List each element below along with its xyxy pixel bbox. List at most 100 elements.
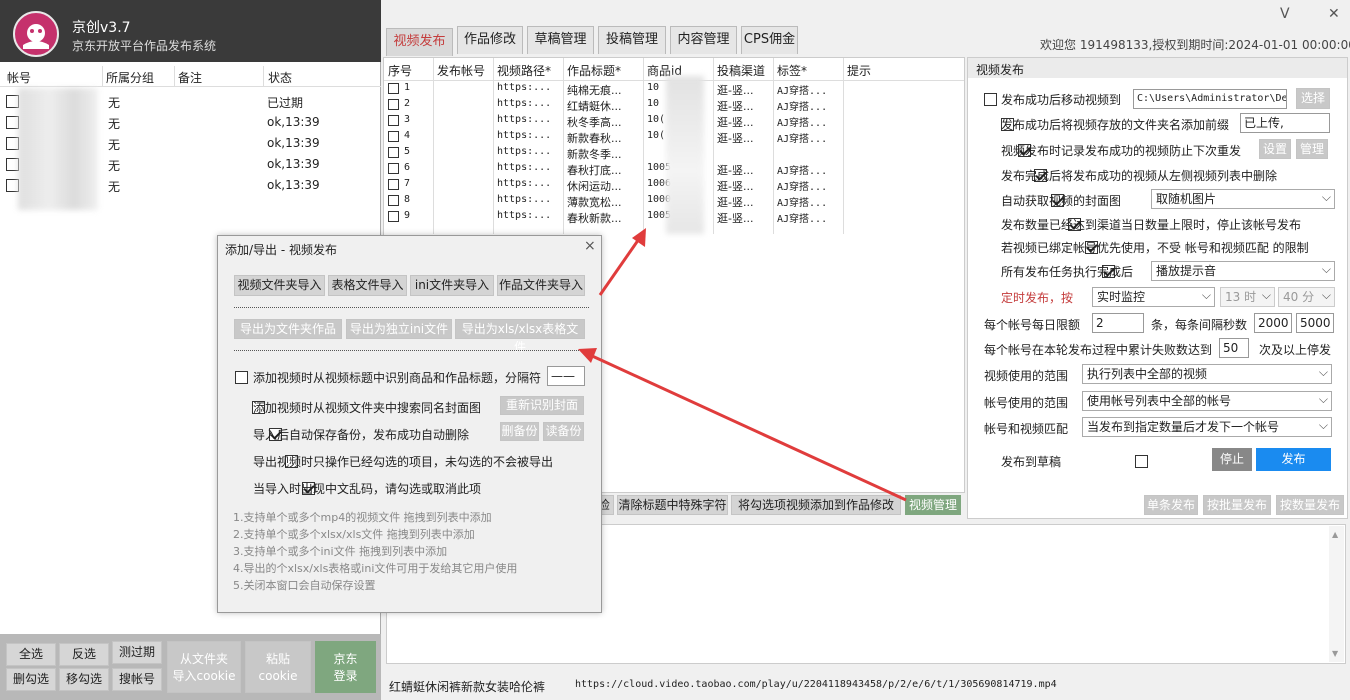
identify-checkbox[interactable] [235,371,248,384]
encoding-label: 当导入时出现中文乱码，请勾选或取消此项 [253,482,482,496]
timed-mode-select[interactable]: 实时监控 [1092,286,1215,307]
video-cell-tag: AJ穿搭... [777,102,828,113]
account-range-label: 帐号使用的范围 [984,396,1069,410]
import-table-button[interactable]: 表格文件导入 [328,275,407,296]
export-xls-button[interactable]: 导出为xls/xlsx表格文件 [455,319,585,354]
manage-button[interactable]: 管理 [1296,139,1328,159]
video-col-0[interactable]: 序号 [388,62,412,79]
export-folder-button[interactable]: 导出为文件夹作品 [234,319,342,339]
col-group[interactable]: 所属分组 [106,69,154,86]
interval-min-input[interactable]: 2000 [1254,313,1292,333]
dialog-close-button[interactable]: × [584,238,596,254]
move-checked-button[interactable]: 移勾选 [59,668,109,691]
import-ini-button[interactable]: ini文件夹导入 [410,275,494,296]
minimize-button[interactable]: V [1280,6,1290,22]
all-done-label: 所有发布任务执行完成后 [1001,265,1134,279]
video-row-checkbox[interactable] [388,195,399,206]
video-cell-tag: AJ穿搭... [777,198,828,209]
col-status[interactable]: 状态 [268,69,292,86]
paste-cookie-button[interactable]: 粘贴 cookie [245,641,311,693]
re-identify-button[interactable]: 重新识别封面 [500,396,584,415]
stop-button[interactable]: 停止 [1212,448,1252,471]
video-row-checkbox[interactable] [388,211,399,222]
video-col-6[interactable]: 标签* [777,62,807,79]
tab-0[interactable]: 视频发布 [386,28,453,56]
account-row-group: 无 [108,180,121,194]
choose-button[interactable]: 选择 [1296,88,1330,109]
jd-login-button[interactable]: 京东 登录 [315,641,376,693]
to-draft-checkbox[interactable] [1135,455,1149,468]
invert-button[interactable]: 反选 [59,643,109,666]
divider [234,350,589,351]
video-manage-button[interactable]: 视频管理 [905,495,961,515]
read-backup-button[interactable]: 读备份 [543,422,584,441]
video-row-checkbox[interactable] [388,99,399,110]
batch-publish-button[interactable]: 按批量发布 [1203,495,1271,515]
dialog-note: 4.导出的个xlsx/xls表格或ini文件可用于发给其它用户使用 [233,562,518,575]
clear-special-button[interactable]: 清除标题中特殊字符 [617,495,728,515]
col-note[interactable]: 备注 [178,69,202,86]
video-cell-tag: AJ穿搭... [777,86,828,97]
tab-1[interactable]: 作品修改 [457,26,523,54]
count-publish-button[interactable]: 按数量发布 [1276,495,1344,515]
done-select[interactable]: 播放提示音 [1151,260,1335,281]
video-col-5[interactable]: 投稿渠道 [717,62,765,79]
fail-count-input[interactable]: 50 [1219,338,1249,358]
move-after-checkbox[interactable] [984,93,997,106]
account-range-select[interactable]: 使用帐号列表中全部的帐号 [1082,390,1332,411]
cover-select[interactable]: 取随机图片 [1151,188,1335,209]
minute-select[interactable]: 40 分 [1278,286,1335,307]
separator-input[interactable]: —— [547,366,585,386]
account-row-group: 无 [108,96,121,110]
video-range-select[interactable]: 执行列表中全部的视频 [1082,363,1332,384]
video-col-2[interactable]: 视频路径* [497,62,551,79]
import-work-folder-button[interactable]: 作品文件夹导入 [497,275,585,296]
tab-4[interactable]: 内容管理 [670,26,737,54]
close-button[interactable]: ✕ [1328,6,1340,22]
match-select[interactable]: 当发布到指定数量后才发下一个帐号 [1082,416,1332,437]
select-all-button[interactable]: 全选 [6,643,56,666]
video-cell-tag: AJ穿搭... [777,118,828,129]
col-account[interactable]: 帐号 [7,69,31,86]
test-expired-button[interactable]: 测过期 [112,641,162,664]
publish-button[interactable]: 发布 [1256,448,1331,471]
video-row-checkbox[interactable] [388,163,399,174]
video-cell-path: https:... [497,130,552,141]
video-cell-title: 秋冬季高... [567,116,622,129]
video-col-7[interactable]: 提示 [847,62,871,79]
video-cell-path: https:... [497,82,552,93]
move-path-input[interactable]: C:\Users\Administrator\De [1133,89,1287,109]
delete-backup-button[interactable]: 删备份 [500,422,539,441]
status-title: 红蜻蜓休闲裤新款女装哈伦裤 [389,680,546,694]
prefix-input[interactable]: 已上传, [1240,113,1330,133]
export-checked-label: 导出视频时只操作已经勾选的项目，未勾选的不会被导出 [253,455,554,469]
video-row-checkbox[interactable] [388,115,399,126]
video-row-checkbox[interactable] [388,83,399,94]
single-publish-button[interactable]: 单条发布 [1144,495,1198,515]
account-row-group: 无 [108,159,121,173]
video-row-checkbox[interactable] [388,147,399,158]
interval-max-input[interactable]: 5000 [1296,313,1334,333]
export-ini-button[interactable]: 导出为独立ini文件 [346,319,452,339]
auto-cover-label: 自动获取视频的封面图 [1001,194,1122,208]
log-scrollbar[interactable]: ▲ ▼ [1329,526,1344,662]
record-success-label: 视频发布时记录发布成功的视频防止下次重发 [1001,144,1242,158]
delete-checked-button[interactable]: 删勾选 [6,668,56,691]
tab-2[interactable]: 草稿管理 [527,26,594,54]
stop-limit-label: 发布数量已经达到渠道当日数量上限时，停止该帐号发布 [1001,218,1302,232]
add-to-edit-button[interactable]: 将勾选项视频添加到作品修改 [731,495,901,515]
setup-button[interactable]: 设置 [1259,139,1291,159]
video-cell-channel: 逛-竖... [717,196,754,209]
tab-5[interactable]: CPS佣金 [741,26,798,54]
video-row-checkbox[interactable] [388,179,399,190]
video-row-checkbox[interactable] [388,131,399,142]
blurred-accounts [18,88,98,210]
video-col-1[interactable]: 发布帐号 [437,62,485,79]
search-account-button[interactable]: 搜帐号 [112,668,162,691]
daily-limit-input[interactable]: 2 [1092,313,1144,333]
hour-select[interactable]: 13 时 [1220,286,1275,307]
tab-3[interactable]: 投稿管理 [598,26,666,54]
import-cookie-button[interactable]: 从文件夹 导入cookie [167,641,241,693]
import-video-folder-button[interactable]: 视频文件夹导入 [234,275,325,296]
video-col-3[interactable]: 作品标题* [567,62,621,79]
